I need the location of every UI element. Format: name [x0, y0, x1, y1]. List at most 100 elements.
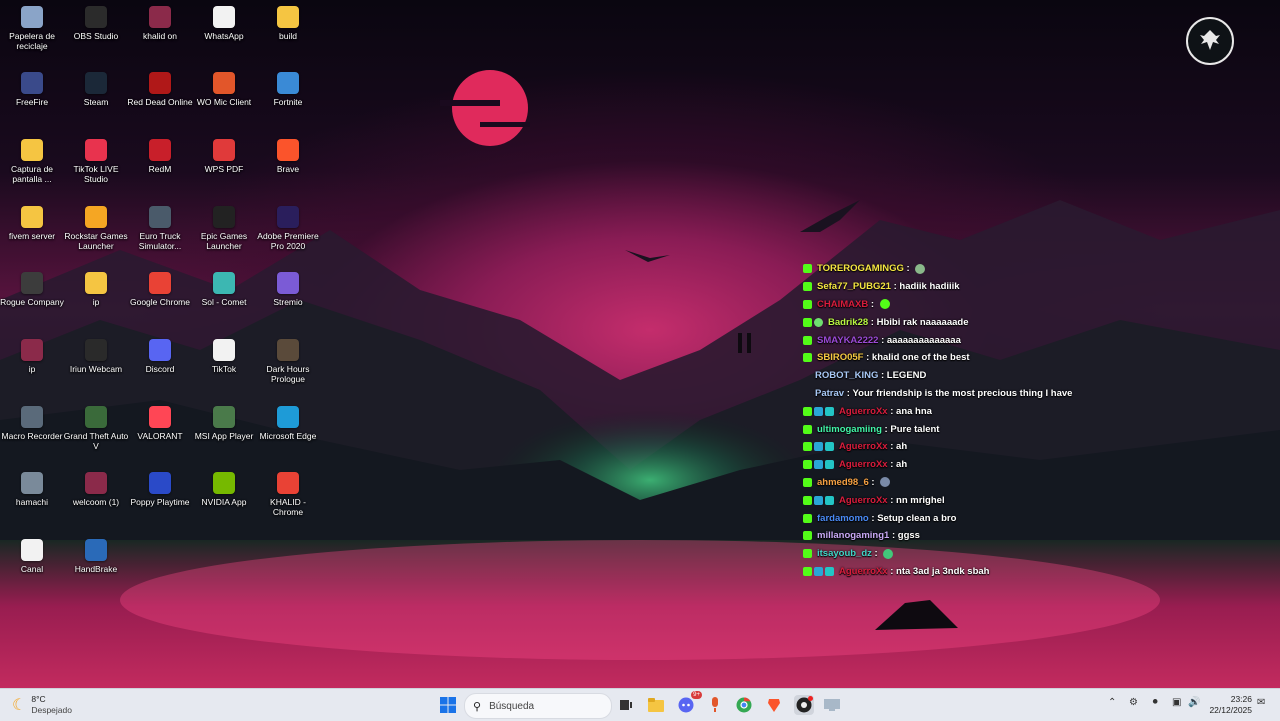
chat-text: LEGEND	[886, 370, 927, 382]
discord-icon	[149, 339, 171, 361]
desktop-icon[interactable]: Steam	[62, 72, 130, 107]
task-view-icon[interactable]	[616, 695, 636, 715]
chat-separator: :	[887, 405, 897, 417]
chat-username: millanogaming1	[817, 530, 890, 542]
search-input[interactable]	[487, 699, 602, 713]
chat-username: AguerroXx	[839, 494, 888, 506]
search-icon: ⚲	[473, 700, 482, 713]
chat-username: Patrav	[815, 387, 845, 399]
rdo-icon	[149, 72, 171, 94]
desktop-icon-label: ip	[92, 297, 100, 307]
chat-separator: :	[871, 548, 881, 560]
desktop-icon[interactable]: TikTok	[190, 339, 258, 374]
chat-text: Pure talent	[890, 423, 940, 435]
desktop-icon[interactable]: Sol - Comet	[190, 272, 258, 307]
taskbar-search[interactable]: ⚲	[464, 693, 612, 719]
brave-icon[interactable]	[764, 695, 784, 715]
chat-text: khalid one of the best	[871, 352, 970, 364]
discord-icon[interactable]: 9+	[676, 691, 702, 715]
desktop-icon[interactable]: Papelera de reciclaje	[0, 6, 66, 51]
desktop-icon[interactable]: VALORANT	[126, 406, 194, 441]
desktop-icon[interactable]: ip	[0, 339, 66, 374]
chrome-icon[interactable]	[734, 695, 754, 715]
chat-username: itsayoub_dz	[817, 548, 872, 560]
desktop-icon[interactable]: Captura de pantalla ...	[0, 139, 66, 184]
desktop-icon[interactable]: Adobe Premiere Pro 2020	[254, 206, 322, 251]
chevron-up-icon[interactable]: ⌃	[1108, 697, 1116, 708]
desktop-icon[interactable]: hamachi	[0, 472, 66, 507]
volume-icon[interactable]: 🔊	[1188, 697, 1200, 708]
start-button[interactable]	[438, 695, 458, 715]
desktop-icon[interactable]: ip	[62, 272, 130, 307]
desktop-icon[interactable]: Dark Hours Prologue	[254, 339, 322, 384]
desktop-icon[interactable]: RedM	[126, 139, 194, 174]
nvidia-icon	[213, 472, 235, 494]
microphone-tray-icon[interactable]: ⚫	[1151, 697, 1159, 708]
notification-bell-icon[interactable]: ✉	[1257, 697, 1265, 708]
chrome-icon	[277, 472, 299, 494]
microphone-icon[interactable]	[705, 695, 725, 715]
desktop-icon[interactable]: Google Chrome	[126, 272, 194, 307]
weather-widget[interactable]: ☾ 8°C Despejado	[12, 694, 72, 716]
desktop-icon[interactable]: WPS PDF	[190, 139, 258, 174]
weather-temperature: 8°C	[31, 694, 46, 704]
desktop-icon[interactable]: Microsoft Edge	[254, 406, 322, 441]
desktop-icon[interactable]: KHALID - Chrome	[254, 472, 322, 517]
desktop-icon[interactable]: Grand Theft Auto V	[62, 406, 130, 451]
desktop-icon[interactable]: Macro Recorder	[0, 406, 66, 441]
kick-badge-icon	[803, 442, 812, 452]
desktop-icon[interactable]: Rockstar Games Launcher	[62, 206, 130, 251]
chat-message: ahmed98_6 :	[803, 474, 1103, 492]
desktop-icon[interactable]: Euro Truck Simulator...	[126, 206, 194, 251]
desktop-icon[interactable]: fivem server	[0, 206, 66, 241]
network-icon[interactable]: ▣	[1172, 697, 1181, 708]
chat-username: AguerroXx	[839, 459, 888, 471]
desktop-icon[interactable]: Epic Games Launcher	[190, 206, 258, 251]
desktop-icon[interactable]: WhatsApp	[190, 6, 258, 41]
settings-gear-icon[interactable]: ⚙	[1129, 697, 1138, 708]
kick-badge-icon	[803, 317, 812, 327]
obs-icon[interactable]	[794, 695, 814, 715]
desktop-icon[interactable]: HandBrake	[62, 539, 130, 574]
chat-separator: :	[868, 298, 877, 310]
desktop-icon[interactable]: khalid on	[126, 6, 194, 41]
desktop-icon-label: fivem server	[8, 231, 56, 241]
desktop-icon[interactable]: MSI App Player	[190, 406, 258, 441]
taskbar-clock[interactable]: 23:26 22/12/2025	[1209, 694, 1252, 716]
chat-emote-icon	[883, 548, 894, 559]
file-explorer-icon[interactable]	[646, 695, 666, 715]
desktop-icon[interactable]: Canal	[0, 539, 66, 574]
desktop-icon[interactable]: Rogue Company	[0, 272, 66, 307]
desktop-icon[interactable]: build	[254, 6, 322, 41]
desktop-icon-label: Grand Theft Auto V	[63, 431, 129, 451]
file-icon	[213, 339, 235, 361]
desktop-icon[interactable]: Red Dead Online	[126, 72, 194, 107]
chat-username: ultimogamiing	[817, 423, 882, 435]
chat-text: nn mrighel	[896, 494, 945, 506]
chat-message: CHAIMAXB :	[803, 296, 1103, 314]
dark-hours-icon	[277, 339, 299, 361]
desktop-icon[interactable]: TikTok LIVE Studio	[62, 139, 130, 184]
chat-username: Badrik28	[828, 316, 869, 328]
desktop-icon[interactable]: Fortnite	[254, 72, 322, 107]
chat-text: hadiik hadiiik	[899, 281, 960, 293]
desktop-icon[interactable]: Discord	[126, 339, 194, 374]
desktop-icon[interactable]: Iriun Webcam	[62, 339, 130, 374]
tier-badge-icon	[825, 460, 834, 470]
chat-separator: :	[868, 476, 878, 488]
desktop-icon[interactable]: FreeFire	[0, 72, 66, 107]
truck-icon	[149, 206, 171, 228]
chat-message: AguerroXx : nta 3ad ja 3ndk sbah	[803, 563, 1103, 581]
desktop-icon[interactable]: NVIDIA App	[190, 472, 258, 507]
desktop-icon[interactable]: WO Mic Client	[190, 72, 258, 107]
desktop-icon-label: Dark Hours Prologue	[266, 364, 310, 384]
desktop-icon-label: Discord	[145, 364, 175, 374]
desktop-icon-label: TikTok LIVE Studio	[73, 164, 119, 184]
screen-icon[interactable]	[822, 695, 842, 715]
desktop-icon[interactable]: Stremio	[254, 272, 322, 307]
desktop-icon[interactable]: Brave	[254, 139, 322, 174]
stream-chat-overlay: TOREROGAMINGG : Sefa77_PUBG21 : hadiik h…	[803, 260, 1103, 580]
desktop-icon[interactable]: Poppy Playtime	[126, 472, 194, 507]
desktop-icon[interactable]: welcoom (1)	[62, 472, 130, 507]
desktop-icon[interactable]: OBS Studio	[62, 6, 130, 41]
